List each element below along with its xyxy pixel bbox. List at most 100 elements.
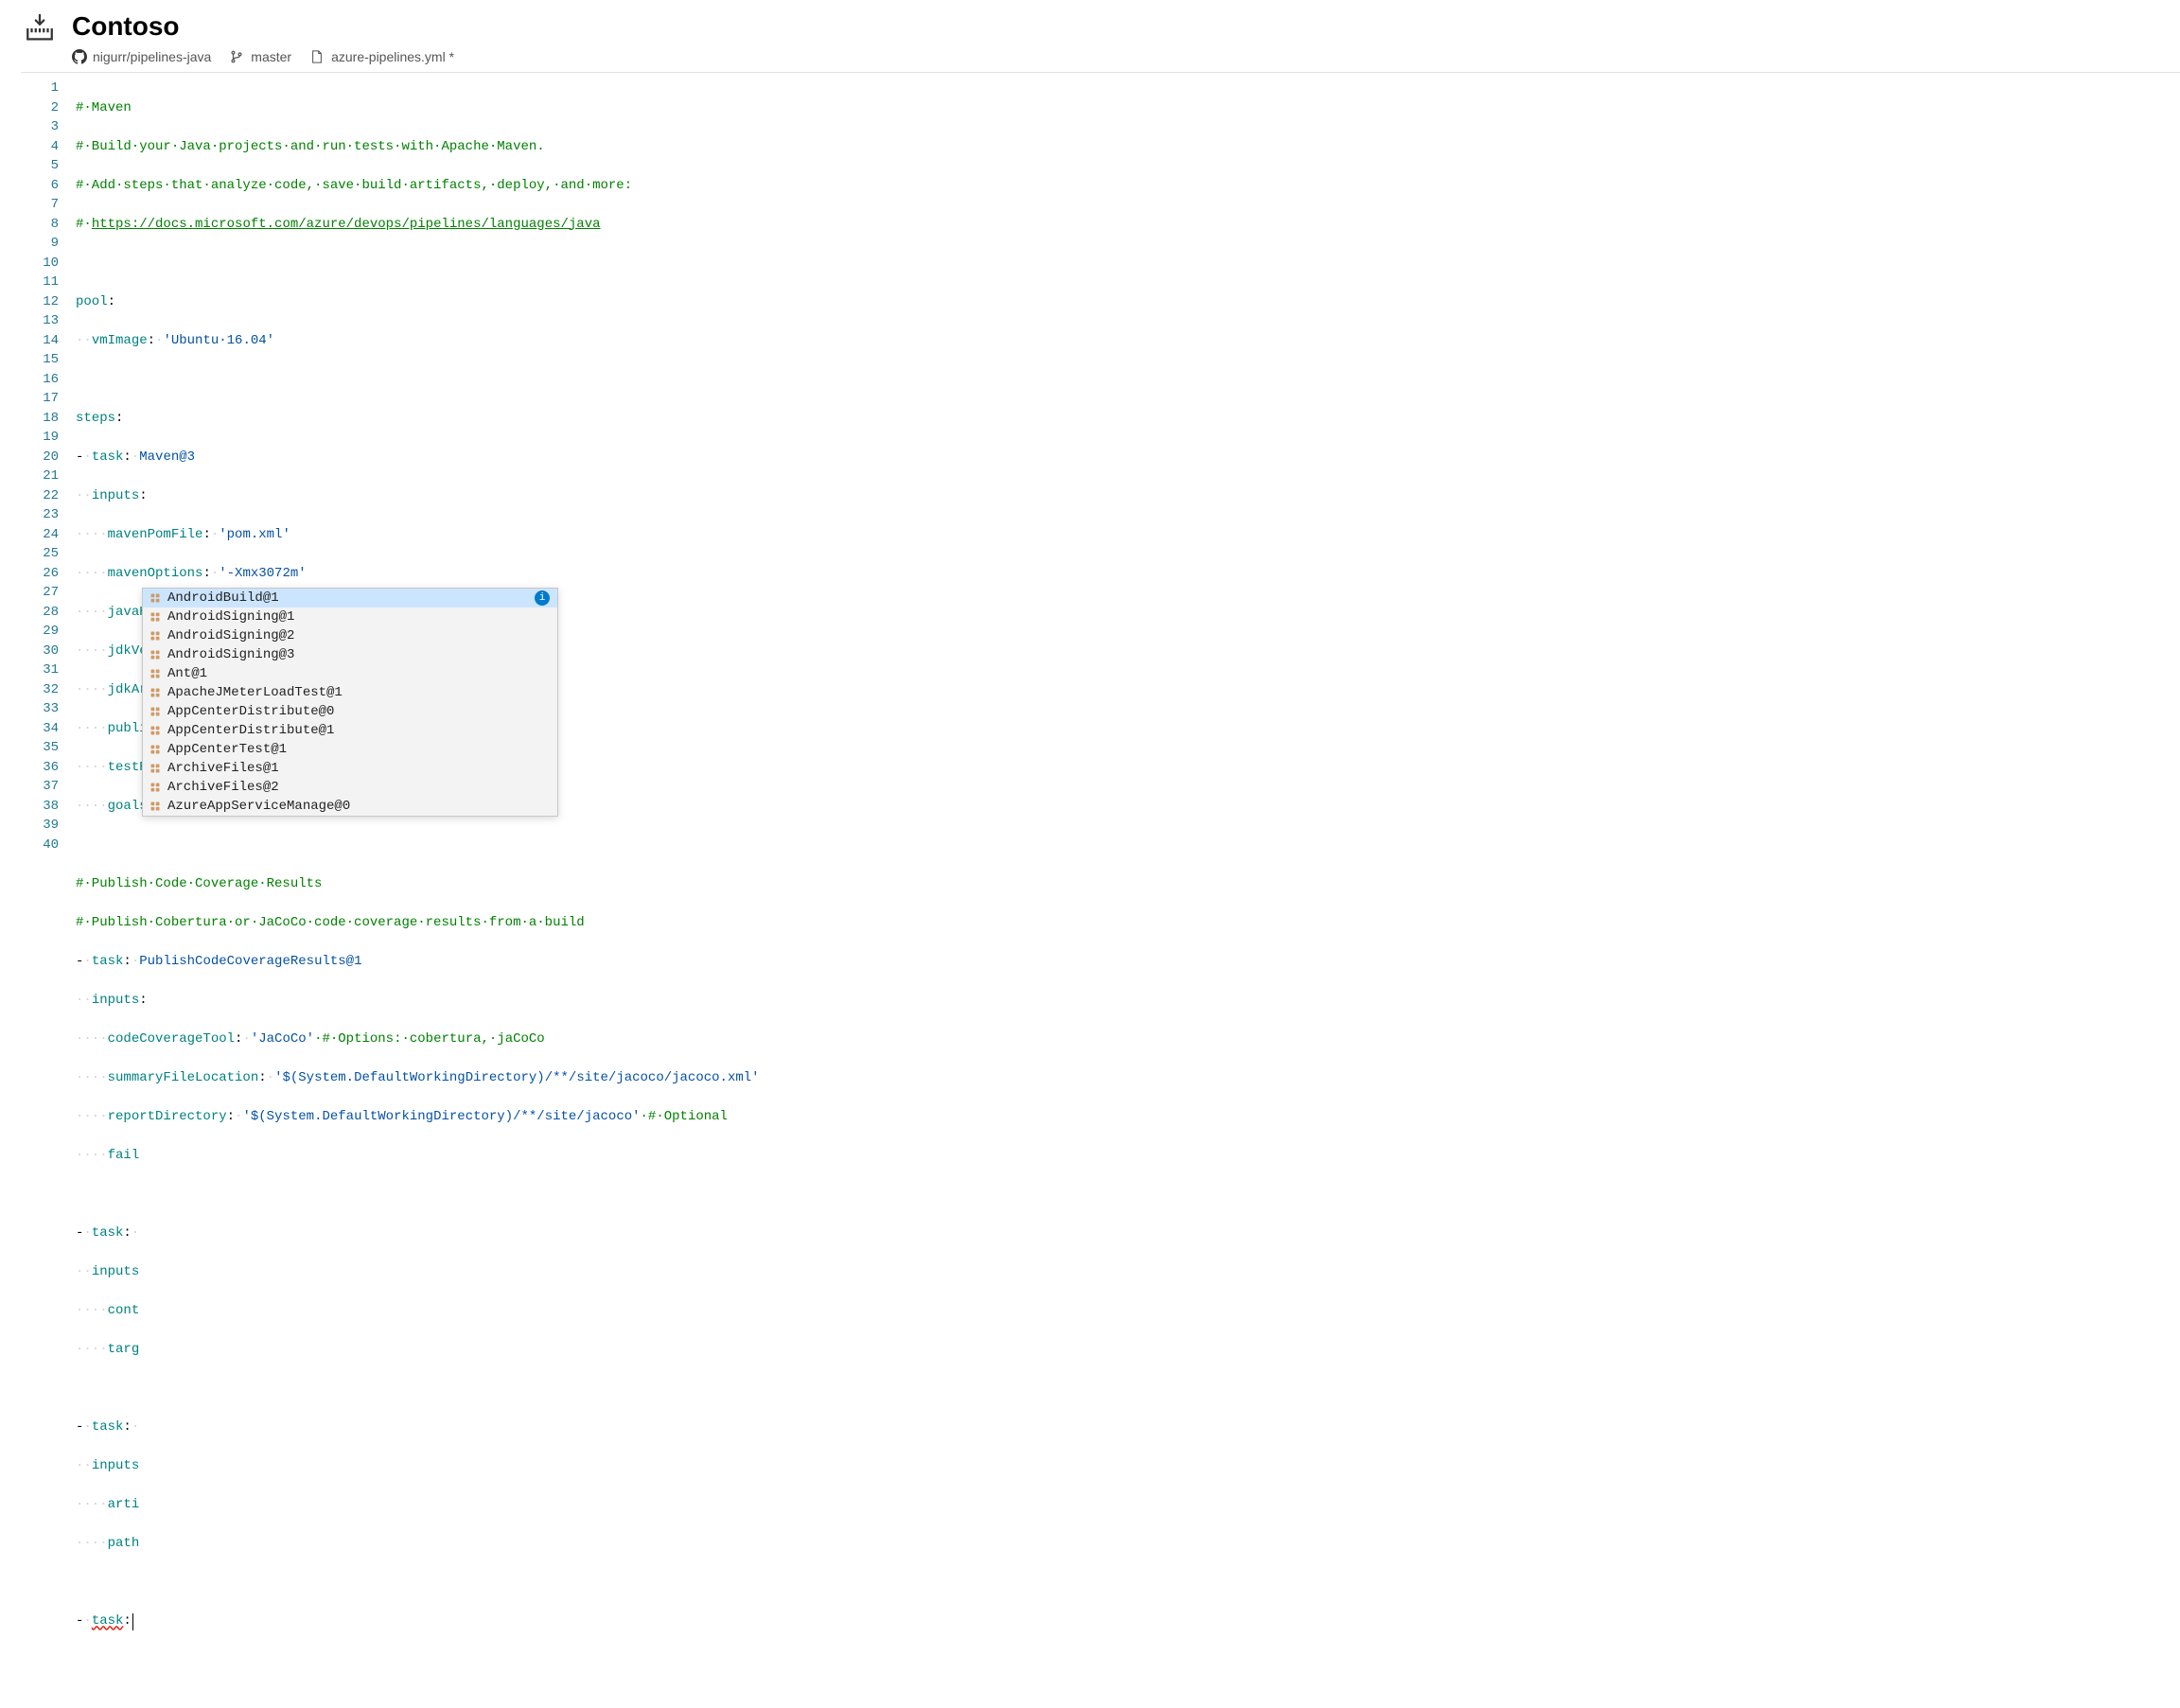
line-number: 35 bbox=[21, 738, 76, 758]
line-number: 9 bbox=[21, 234, 76, 254]
autocomplete-item[interactable]: AndroidSigning@2 bbox=[143, 626, 557, 645]
line-number: 19 bbox=[21, 428, 76, 448]
breadcrumb-repo-label: nigurr/pipelines-java bbox=[93, 49, 211, 64]
text-cursor bbox=[132, 1613, 133, 1630]
file-icon bbox=[310, 49, 325, 64]
autocomplete-item[interactable]: ArchiveFiles@2 bbox=[143, 778, 557, 797]
line-number: 11 bbox=[21, 273, 76, 292]
autocomplete-item[interactable]: AppCenterDistribute@0 bbox=[143, 702, 557, 721]
code-key: task bbox=[92, 1613, 124, 1629]
autocomplete-label: AppCenterTest@1 bbox=[167, 740, 552, 760]
line-number: 33 bbox=[21, 699, 76, 719]
code-key: task bbox=[92, 954, 124, 969]
snippet-icon bbox=[149, 781, 162, 794]
branch-icon bbox=[230, 49, 245, 64]
code-key: task bbox=[92, 1225, 124, 1241]
line-number: 29 bbox=[21, 622, 76, 642]
code-text: #·Publish·Cobertura·or·JaCoCo·code·cover… bbox=[76, 915, 585, 930]
code-key: fail bbox=[108, 1148, 140, 1163]
line-number: 17 bbox=[21, 389, 76, 409]
autocomplete-item[interactable]: ArchiveFiles@1 bbox=[143, 759, 557, 778]
autocomplete-label: AzureAppServiceManage@0 bbox=[167, 797, 552, 817]
line-number: 36 bbox=[21, 758, 76, 778]
snippet-icon bbox=[149, 667, 162, 680]
code-str: Maven@3 bbox=[139, 449, 195, 465]
breadcrumb-branch[interactable]: master bbox=[230, 49, 291, 64]
code-key: codeCoverageTool bbox=[108, 1031, 235, 1047]
autocomplete-item[interactable]: AndroidBuild@1 i bbox=[143, 589, 557, 607]
autocomplete-item[interactable]: Ant@1 bbox=[143, 664, 557, 683]
code-text: ·#·Options:·cobertura,·jaCoCo bbox=[314, 1031, 545, 1047]
line-number: 14 bbox=[21, 331, 76, 351]
code-key: path bbox=[108, 1536, 140, 1551]
line-number: 28 bbox=[21, 603, 76, 623]
autocomplete-item[interactable]: AppCenterDistribute@1 bbox=[143, 721, 557, 740]
github-icon bbox=[72, 49, 87, 64]
line-number: 1 bbox=[21, 79, 76, 98]
snippet-icon bbox=[149, 762, 162, 775]
code-key: mavenOptions bbox=[108, 566, 203, 581]
code-text: #·Maven bbox=[76, 100, 132, 115]
code-key: inputs bbox=[92, 1264, 139, 1279]
code-key: cont bbox=[108, 1303, 140, 1318]
line-number: 15 bbox=[21, 350, 76, 370]
line-number: 38 bbox=[21, 797, 76, 817]
code-key: inputs bbox=[92, 993, 139, 1008]
code-text: ·#·Optional bbox=[641, 1109, 728, 1124]
breadcrumb-branch-label: master bbox=[251, 49, 291, 64]
snippet-icon bbox=[149, 648, 162, 661]
line-number: 34 bbox=[21, 719, 76, 739]
code-text: #·Publish·Code·Coverage·Results bbox=[76, 876, 322, 891]
line-number: 4 bbox=[21, 137, 76, 157]
header: Contoso nigurr/pipelines-java master azu… bbox=[0, 0, 2180, 72]
breadcrumb-file[interactable]: azure-pipelines.yml * bbox=[310, 49, 454, 64]
line-number: 10 bbox=[21, 254, 76, 273]
line-number: 37 bbox=[21, 777, 76, 797]
line-number: 22 bbox=[21, 486, 76, 506]
code-str: '-Xmx3072m' bbox=[219, 566, 306, 581]
code-text: #·Add·steps·that·analyze·code,·save·buil… bbox=[76, 178, 632, 193]
snippet-icon bbox=[149, 610, 162, 624]
code-url[interactable]: https://docs.microsoft.com/azure/devops/… bbox=[92, 217, 601, 232]
autocomplete-item[interactable]: AppCenterTest@1 bbox=[143, 740, 557, 759]
autocomplete-item[interactable]: AzureAppServiceManage@0 bbox=[143, 797, 557, 816]
code-text: #·Build·your·Java·projects·and·run·tests… bbox=[76, 139, 545, 154]
page-title: Contoso bbox=[72, 11, 2157, 42]
autocomplete-item[interactable]: AndroidSigning@1 bbox=[143, 607, 557, 626]
code-key: targ bbox=[108, 1342, 140, 1357]
code-area[interactable]: #·Maven #·Build·your·Java·projects·and·r… bbox=[76, 73, 2180, 1708]
line-number: 7 bbox=[21, 195, 76, 215]
code-editor[interactable]: 1234567891011121314151617181920212223242… bbox=[21, 72, 2180, 1708]
autocomplete-item[interactable]: ApacheJMeterLoadTest@1 bbox=[143, 683, 557, 702]
snippet-icon bbox=[149, 591, 162, 605]
line-number: 32 bbox=[21, 680, 76, 700]
autocomplete-label: ApacheJMeterLoadTest@1 bbox=[167, 683, 552, 703]
snippet-icon bbox=[149, 686, 162, 699]
line-number: 40 bbox=[21, 836, 76, 855]
code-str: 'Ubuntu·16.04' bbox=[163, 333, 274, 348]
autocomplete-item[interactable]: AndroidSigning@3 bbox=[143, 645, 557, 664]
autocomplete-label: AppCenterDistribute@0 bbox=[167, 702, 552, 722]
line-number: 26 bbox=[21, 564, 76, 584]
line-number: 25 bbox=[21, 544, 76, 564]
breadcrumb: nigurr/pipelines-java master azure-pipel… bbox=[72, 49, 2157, 64]
line-number: 39 bbox=[21, 816, 76, 836]
code-key: task bbox=[92, 1419, 124, 1435]
autocomplete-label: AndroidBuild@1 bbox=[167, 589, 529, 608]
line-number: 13 bbox=[21, 311, 76, 331]
breadcrumb-file-label: azure-pipelines.yml * bbox=[331, 49, 454, 64]
line-number: 30 bbox=[21, 642, 76, 661]
info-icon[interactable]: i bbox=[535, 590, 550, 606]
line-number: 3 bbox=[21, 117, 76, 137]
code-key: inputs bbox=[92, 1458, 139, 1473]
code-key: task bbox=[92, 449, 124, 465]
autocomplete-label: ArchiveFiles@2 bbox=[167, 778, 552, 798]
code-key: pool bbox=[76, 294, 108, 309]
breadcrumb-repo[interactable]: nigurr/pipelines-java bbox=[72, 49, 211, 64]
code-str: 'JaCoCo' bbox=[251, 1031, 314, 1047]
code-key: mavenPomFile bbox=[108, 527, 203, 542]
autocomplete-popup[interactable]: AndroidBuild@1iAndroidSigning@1AndroidSi… bbox=[142, 588, 558, 817]
code-key: steps bbox=[76, 411, 115, 426]
line-number: 20 bbox=[21, 448, 76, 467]
line-number: 23 bbox=[21, 505, 76, 525]
